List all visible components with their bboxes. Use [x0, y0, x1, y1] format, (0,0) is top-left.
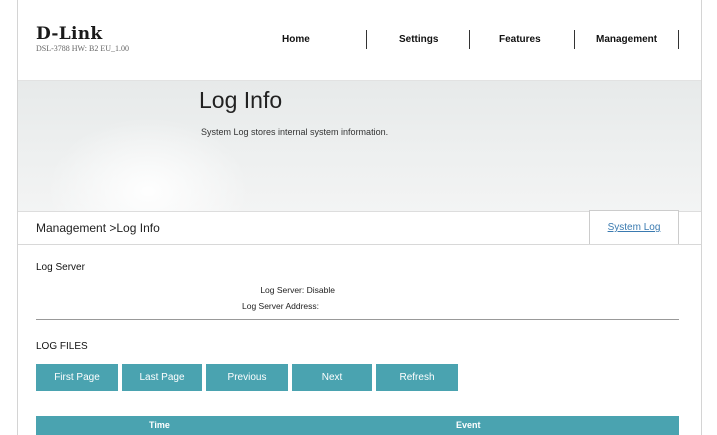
breadcrumb-bar: Management >Log Info System Log — [18, 210, 701, 245]
page-description: System Log stores internal system inform… — [201, 127, 389, 137]
log-table-header: Time Event — [36, 416, 679, 435]
next-button[interactable]: Next — [292, 364, 372, 391]
column-header-event: Event — [456, 420, 481, 430]
refresh-button[interactable]: Refresh — [376, 364, 458, 391]
breadcrumb: Management >Log Info — [36, 221, 160, 235]
nav-divider — [678, 30, 679, 49]
log-files-heading: LOG FILES — [36, 341, 88, 352]
last-page-button[interactable]: Last Page — [122, 364, 202, 391]
log-server-address-row: Log Server Address: — [158, 301, 319, 311]
section-divider — [36, 319, 679, 320]
previous-button[interactable]: Previous — [206, 364, 288, 391]
log-server-heading: Log Server — [36, 262, 85, 273]
model-info: DSL-3788 HW: B2 EU_1.00 — [36, 44, 130, 53]
page-title: Log Info — [199, 87, 283, 113]
nav-divider — [469, 30, 470, 49]
nav-divider — [366, 30, 367, 49]
nav-features[interactable]: Features — [499, 34, 541, 45]
log-server-status-row: Log Server: Disable — [158, 285, 335, 295]
nav-management[interactable]: Management — [596, 34, 657, 45]
log-server-status-label: Log Server: — [260, 285, 305, 295]
top-header: D-Link DSL-3788 HW: B2 EU_1.00 Home Sett… — [18, 0, 701, 80]
nav-home[interactable]: Home — [282, 34, 310, 45]
log-server-status-value: Disable — [306, 285, 335, 295]
first-page-button[interactable]: First Page — [36, 364, 118, 391]
log-server-address-label: Log Server Address: — [241, 301, 319, 311]
nav-divider — [574, 30, 575, 49]
nav-settings[interactable]: Settings — [399, 34, 438, 45]
page-frame: D-Link DSL-3788 HW: B2 EU_1.00 Home Sett… — [17, 0, 702, 435]
tab-system-log[interactable]: System Log — [589, 210, 679, 244]
dlink-logo[interactable]: D-Link — [36, 24, 102, 44]
column-header-time: Time — [149, 420, 170, 430]
page-banner: Log Info System Log stores internal syst… — [18, 80, 701, 212]
